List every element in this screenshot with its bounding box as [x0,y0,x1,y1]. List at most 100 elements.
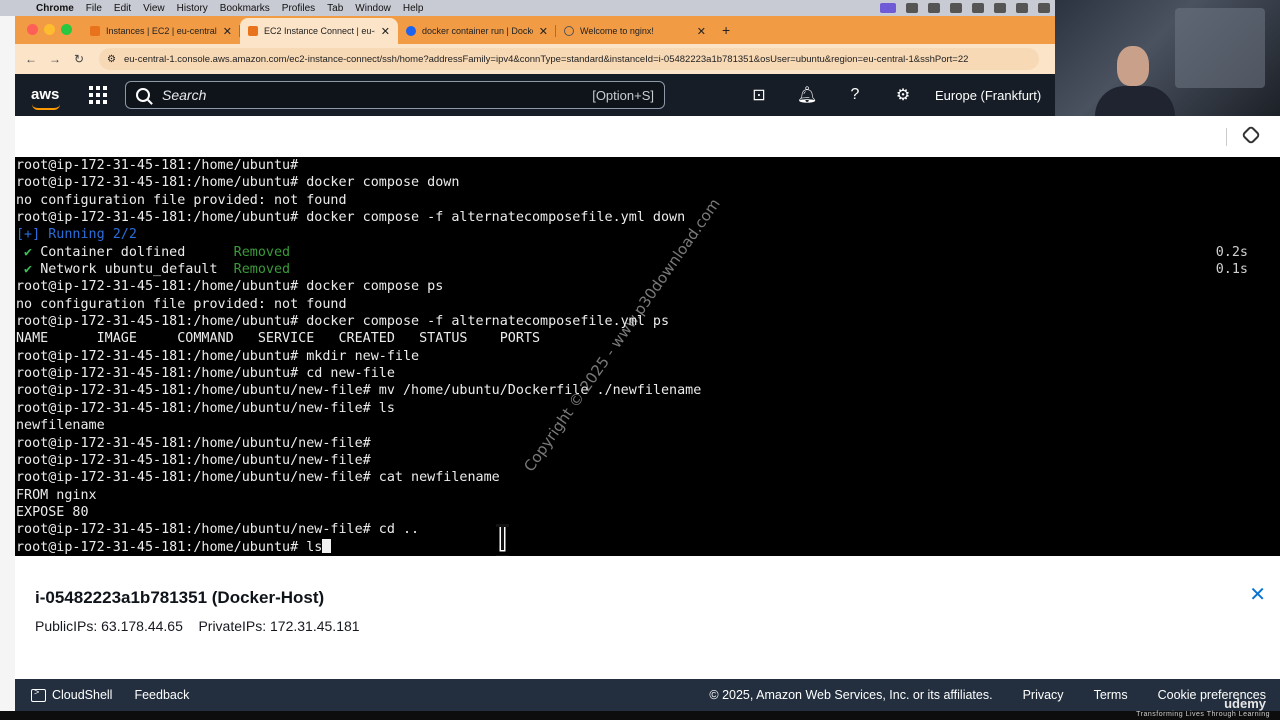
tab-label: docker container run | Docker [422,26,533,36]
bell-icon[interactable]: 🔔︎ [783,85,831,105]
terminal-line: root@ip-172-31-45-181:/home/ubuntu/new-f… [15,452,1280,469]
battery-icon[interactable] [994,3,1006,13]
gear-icon[interactable]: ⚙ [879,85,927,105]
settings-hex-icon[interactable] [1241,125,1261,145]
site-info-icon[interactable]: ⚙ [107,54,116,65]
terminal-line: EXPOSE 80 [15,504,1280,521]
tab-label: Welcome to nginx! [580,26,654,36]
menu-window[interactable]: Window [355,3,391,14]
console-footer: CloudShell Feedback © 2025, Amazon Web S… [15,679,1280,711]
instance-title: i-05482223a1b781351 (Docker-Host) [35,588,325,607]
url-field[interactable]: ⚙ eu-central-1.console.aws.amazon.com/ec… [99,48,1039,70]
terminal-text: root@ip-172-31-45-181:/home/ubuntu# dock… [16,210,686,226]
terminal-text: root@ip-172-31-45-181:/home/ubuntu# mkdi… [16,348,420,364]
menu-tab[interactable]: Tab [327,3,343,14]
new-tab-icon[interactable]: + [722,22,730,38]
tab-close-icon[interactable]: ✕ [697,25,706,38]
menu-history[interactable]: History [177,3,208,14]
back-arrow-icon[interactable]: ← [19,52,43,66]
terminal-line: NAME IMAGE COMMAND SERVICE CREATED STATU… [15,330,1280,347]
screen-record-icon[interactable] [880,3,896,13]
menu-view[interactable]: View [143,3,165,14]
forward-arrow-icon[interactable]: → [43,52,67,66]
search-input[interactable]: Search [Option+S] [125,81,665,109]
browser-tab[interactable]: Instances | EC2 | eu-central-1 ✕ [82,18,240,44]
feedback-link[interactable]: Feedback [134,688,189,702]
udemy-tagline: Transforming Lives Through Learning [1136,711,1270,718]
check-icon: ✔ [16,262,41,278]
terminal-text: FROM nginx [16,487,97,503]
terminal-line: root@ip-172-31-45-181:/home/ubuntu/new-f… [15,400,1280,417]
tab-close-icon[interactable]: ✕ [223,25,232,38]
docker-favicon-icon [406,26,416,36]
region-selector[interactable]: Europe (Frankfurt) [935,88,1041,103]
terminal[interactable]: root@ip-172-31-45-181:/home/ubuntu# root@… [15,157,1280,556]
globe-favicon-icon [564,26,574,36]
tab-close-icon[interactable]: ✕ [539,25,548,38]
close-icon[interactable]: ✕ [1249,582,1266,607]
menu-bookmarks[interactable]: Bookmarks [220,3,270,14]
status-text: Removed [233,262,291,278]
presenter-head [1117,46,1149,86]
menu-edit[interactable]: Edit [114,3,131,14]
wifi-icon[interactable] [1016,3,1028,13]
tab-close-icon[interactable]: ✕ [381,25,390,38]
terminal-text: Container dolfined [40,244,234,260]
help-icon[interactable]: ? [831,86,879,104]
terminal-text: root@ip-172-31-45-181:/home/ubuntu/new-f… [16,435,371,451]
browser-tab-active[interactable]: EC2 Instance Connect | eu-ce ✕ [240,18,398,44]
connect-toolbar [15,116,1280,157]
check-icon: ✔ [16,244,41,260]
control-center-icon[interactable] [1038,3,1050,13]
terminal-line: root@ip-172-31-45-181:/home/ubuntu# ls [15,538,1280,556]
terminal-cursor [322,538,332,553]
close-window-button[interactable] [27,24,38,35]
terminal-line: root@ip-172-31-45-181:/home/ubuntu# dock… [15,313,1280,330]
url-text: eu-central-1.console.aws.amazon.com/ec2-… [123,53,969,65]
tab-label: Instances | EC2 | eu-central-1 [106,26,217,36]
screen: Chrome File Edit View History Bookmarks … [0,0,1280,720]
terminal-text: root@ip-172-31-45-181:/home/ubuntu/new-f… [16,470,500,486]
cloudshell-footer-icon[interactable] [31,687,46,702]
terms-link[interactable]: Terms [1094,688,1128,702]
instance-ips: PublicIPs: 63.178.44.65 PrivateIPs: 172.… [35,618,360,634]
address-bar-row: ← → ↻ ⚙ eu-central-1.console.aws.amazon.… [15,44,1055,74]
search-shortcut: [Option+S] [592,87,654,103]
menu-app-chrome[interactable]: Chrome [36,3,74,14]
menu-help[interactable]: Help [403,3,424,14]
udemy-logo: udemy [1224,696,1266,711]
status-icon[interactable] [972,3,984,13]
terminal-text: root@ip-172-31-45-181:/home/ubuntu/new-f… [16,400,395,416]
minimize-window-button[interactable] [44,24,55,35]
cloudshell-icon[interactable]: ⊡ [735,85,783,105]
terminal-text: no configuration file provided: not foun… [16,296,347,312]
search-placeholder: Search [162,87,207,103]
browser-tab[interactable]: Welcome to nginx! ✕ [556,18,714,44]
divider [1226,128,1227,146]
terminal-line: ✔ Container dolfined Removed 0.2s [15,244,1280,261]
terminal-line: root@ip-172-31-45-181:/home/ubuntu# cd n… [15,365,1280,382]
aws-console-header: aws Search [Option+S] ⊡ 🔔︎ ? ⚙ Europe (F… [15,74,1055,116]
duration-text: 0.1s [1215,262,1248,278]
privacy-link[interactable]: Privacy [1023,688,1064,702]
menu-profiles[interactable]: Profiles [282,3,315,14]
terminal-line: no configuration file provided: not foun… [15,192,1280,209]
services-grid-icon[interactable] [89,86,107,104]
reload-icon[interactable]: ↻ [67,52,91,66]
terminal-text: root@ip-172-31-45-181:/home/ubuntu# ls [16,539,323,555]
duration-text: 0.2s [1215,244,1248,260]
status-icon[interactable] [928,3,940,13]
text-cursor-icon [495,524,511,556]
terminal-line: ✔ Network ubuntu_default Removed 0.1s [15,261,1280,278]
cloudshell-link[interactable]: CloudShell [52,688,112,702]
menu-file[interactable]: File [86,3,102,14]
aws-logo[interactable]: aws [31,87,63,110]
search-icon [136,88,150,102]
terminal-line: root@ip-172-31-45-181:/home/ubuntu/new-f… [15,382,1280,399]
terminal-text: Network ubuntu_default [40,262,234,278]
browser-tab[interactable]: docker container run | Docker ✕ [398,18,556,44]
maximize-window-button[interactable] [61,24,72,35]
status-text: Removed [233,244,291,260]
status-icon[interactable] [950,3,962,13]
status-icon[interactable] [906,3,918,13]
